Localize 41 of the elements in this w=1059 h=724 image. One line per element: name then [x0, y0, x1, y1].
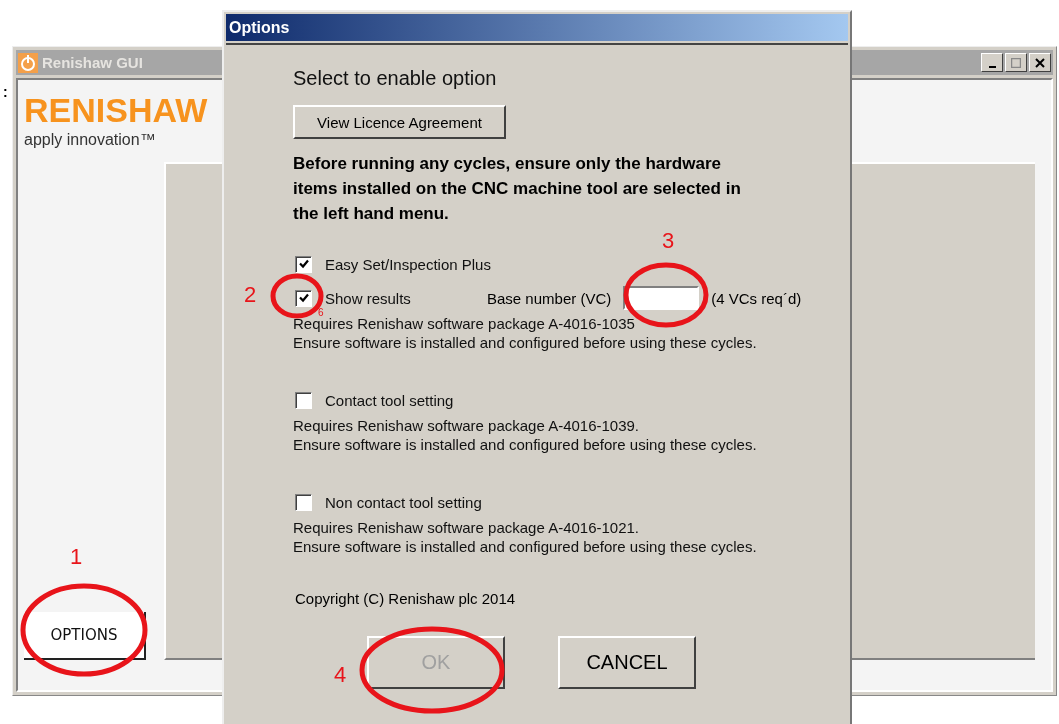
annotation-number: 1 [70, 546, 83, 568]
option-label: Easy Set/Inspection Plus [325, 255, 491, 273]
checkbox[interactable] [295, 255, 312, 273]
minimize-button[interactable] [981, 53, 1003, 72]
option-label: Contact tool setting [325, 391, 454, 409]
requirement-text: Requires Renishaw software package A-4016-1035 [293, 315, 636, 333]
checkbox[interactable] [295, 289, 312, 307]
close-icon [1035, 57, 1045, 68]
checkbox[interactable] [295, 391, 312, 409]
field-note: (4 VCs req´d) [711, 289, 802, 307]
annotation-number: 2 [244, 284, 257, 306]
colon-mark: : [3, 84, 8, 100]
cancel-button[interactable]: CANCEL [558, 636, 696, 689]
logo: RENISHAW [24, 90, 208, 130]
minimize-icon [988, 65, 996, 68]
requirement-text: Ensure software is installed and configured before using these cycles. [293, 537, 758, 556]
base-number-field[interactable] [623, 286, 700, 310]
tagline: apply innovation™ [24, 131, 157, 149]
option-label: Show results [325, 289, 412, 307]
options-button[interactable]: OPTIONS [24, 612, 146, 660]
dialog-title: Options [229, 18, 290, 37]
requirement-text: Requires Renishaw software package A-4016-1021. [293, 518, 641, 537]
window-title: Renishaw GUI [42, 54, 143, 71]
copyright-text: Copyright (C) Renishaw plc 2014 [295, 590, 517, 607]
checkbox[interactable] [295, 493, 312, 511]
annotation-number: 3 [662, 230, 675, 252]
annotation-number: 4 [334, 664, 347, 686]
licence-button[interactable]: View Licence Agreement [293, 105, 506, 139]
warning-text: Before running any cycles, ensure only the hardware items installed on the CNC machine tool are selected in the left hand menu. [293, 153, 742, 225]
requirement-text: Ensure software is installed and configured before using these cycles. [293, 435, 758, 454]
requirement-text: Requires Renishaw software package A-4016-1039. [293, 416, 641, 435]
maximize-button[interactable] [1005, 53, 1027, 72]
app-icon [18, 52, 38, 73]
requirement-text: Ensure software is installed and configured before using these cycles. [293, 333, 758, 352]
dialog-heading: Select to enable option [293, 67, 498, 90]
close-button[interactable] [1029, 53, 1051, 72]
option-label: Non contact tool setting [325, 493, 482, 511]
field-label: Base number (VC) [487, 289, 612, 307]
annotation-circle [270, 273, 324, 319]
maximize-icon [1011, 57, 1021, 68]
annotation-number: 6 [318, 308, 324, 318]
